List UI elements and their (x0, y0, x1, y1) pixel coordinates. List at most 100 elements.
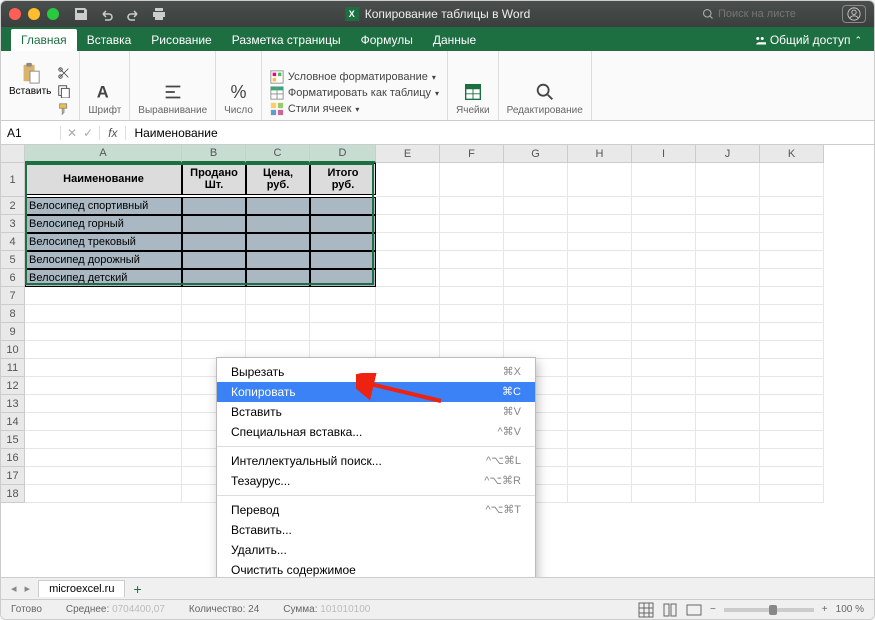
cell[interactable]: Итогоруб. (310, 163, 376, 195)
cell[interactable] (760, 287, 824, 305)
view-normal-icon[interactable] (638, 602, 654, 618)
cell[interactable] (632, 163, 696, 197)
cell[interactable] (25, 341, 182, 359)
col-header[interactable]: I (632, 145, 696, 163)
cell[interactable] (246, 197, 310, 215)
cell[interactable] (310, 287, 376, 305)
cell[interactable] (696, 377, 760, 395)
zoom-slider[interactable] (724, 608, 814, 612)
cell[interactable] (568, 431, 632, 449)
cell[interactable] (760, 431, 824, 449)
context-item[interactable]: Вставить⌘V (217, 402, 535, 422)
row-header[interactable]: 6 (1, 269, 25, 287)
cell[interactable] (246, 305, 310, 323)
context-item[interactable]: Перевод^⌥⌘T (217, 500, 535, 520)
cell[interactable] (246, 323, 310, 341)
save-icon[interactable] (73, 6, 89, 22)
context-item[interactable]: Интеллектуальный поиск...^⌥⌘L (217, 451, 535, 471)
context-item[interactable]: Копировать⌘C (217, 382, 535, 402)
cell[interactable] (632, 305, 696, 323)
col-header[interactable]: K (760, 145, 824, 163)
cell[interactable] (632, 395, 696, 413)
row-header[interactable]: 7 (1, 287, 25, 305)
window-minimize[interactable] (28, 8, 40, 20)
cell[interactable] (696, 467, 760, 485)
cell[interactable] (376, 287, 440, 305)
cell[interactable] (376, 251, 440, 269)
cell[interactable] (25, 449, 182, 467)
sheet-prev-icon[interactable]: ◂ (11, 582, 17, 595)
cell[interactable] (568, 305, 632, 323)
format-as-table-button[interactable]: Форматировать как таблицу ▾ (270, 86, 439, 100)
cell[interactable] (696, 197, 760, 215)
row-header[interactable]: 9 (1, 323, 25, 341)
cell[interactable] (632, 215, 696, 233)
cell[interactable] (632, 359, 696, 377)
cell[interactable] (310, 215, 376, 233)
cell[interactable] (696, 431, 760, 449)
align-group[interactable] (162, 81, 184, 103)
cells-group[interactable] (462, 81, 484, 103)
cell[interactable] (632, 233, 696, 251)
cell[interactable] (182, 323, 246, 341)
cell[interactable] (504, 269, 568, 287)
cell[interactable] (632, 287, 696, 305)
add-sheet-icon[interactable]: + (133, 581, 141, 597)
cell[interactable] (440, 233, 504, 251)
cell[interactable] (440, 305, 504, 323)
cell[interactable]: ПроданоШт. (182, 163, 246, 195)
col-header[interactable]: J (696, 145, 760, 163)
cell[interactable] (568, 359, 632, 377)
row-header[interactable]: 10 (1, 341, 25, 359)
cell[interactable] (760, 449, 824, 467)
cell[interactable] (440, 215, 504, 233)
name-box[interactable]: A1 (1, 126, 61, 140)
cell[interactable] (440, 269, 504, 287)
share-button[interactable]: Общий доступ ⌃ (742, 29, 874, 51)
number-group[interactable]: % (231, 82, 247, 103)
cell[interactable]: Велосипед спортивный (25, 197, 182, 215)
col-header[interactable]: A (25, 145, 182, 163)
cell[interactable] (25, 431, 182, 449)
cell[interactable] (568, 233, 632, 251)
cell[interactable]: Велосипед дорожный (25, 251, 182, 269)
format-painter-icon[interactable] (57, 102, 71, 116)
cell[interactable]: Велосипед трековый (25, 233, 182, 251)
cell[interactable] (440, 163, 504, 197)
cell[interactable] (25, 485, 182, 503)
cell[interactable] (696, 233, 760, 251)
col-header[interactable]: G (504, 145, 568, 163)
cell[interactable] (632, 431, 696, 449)
cell[interactable] (504, 287, 568, 305)
cell[interactable] (246, 287, 310, 305)
zoom-out-icon[interactable]: − (710, 604, 716, 615)
row-header[interactable]: 11 (1, 359, 25, 377)
cell[interactable] (376, 305, 440, 323)
row-header[interactable]: 12 (1, 377, 25, 395)
cell[interactable] (310, 323, 376, 341)
formula-input[interactable]: Наименование (126, 126, 874, 140)
cell[interactable] (760, 163, 824, 197)
cell[interactable] (760, 269, 824, 287)
user-menu[interactable] (842, 5, 866, 23)
cell[interactable] (246, 215, 310, 233)
cell[interactable] (760, 323, 824, 341)
cell[interactable] (376, 163, 440, 197)
col-header[interactable]: C (246, 145, 310, 163)
cell[interactable] (182, 287, 246, 305)
cell[interactable] (632, 341, 696, 359)
row-header[interactable]: 3 (1, 215, 25, 233)
cell[interactable]: Наименование (25, 163, 182, 195)
cell[interactable] (696, 305, 760, 323)
cell[interactable] (760, 485, 824, 503)
cell[interactable] (568, 485, 632, 503)
cell[interactable] (696, 215, 760, 233)
cell[interactable] (632, 197, 696, 215)
cancel-formula-icon[interactable]: ✕ (67, 126, 77, 140)
cell[interactable]: Велосипед детский (25, 269, 182, 287)
tab-data[interactable]: Данные (423, 29, 486, 51)
cell[interactable] (696, 395, 760, 413)
cell[interactable] (696, 413, 760, 431)
cell[interactable] (25, 359, 182, 377)
cell[interactable] (696, 163, 760, 197)
